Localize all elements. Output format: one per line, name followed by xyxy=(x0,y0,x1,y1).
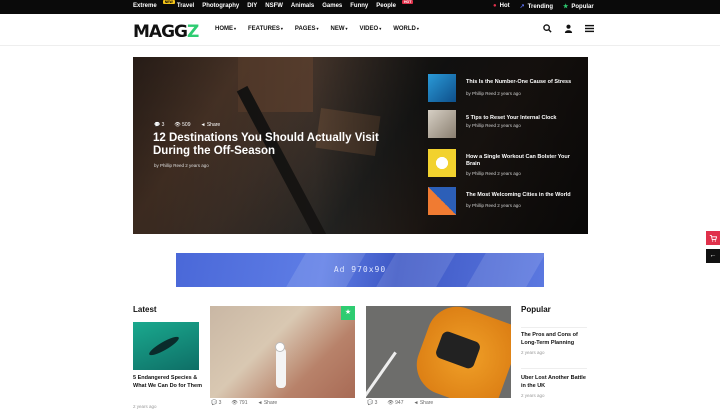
article-thumbnail xyxy=(428,187,456,215)
article-thumbnail xyxy=(428,149,456,177)
flame-icon: ● xyxy=(493,3,497,9)
hot-badge: HOT xyxy=(401,0,414,4)
star-icon: ★ xyxy=(341,306,355,320)
popular-title[interactable]: Uber Lost Another Battle in the UK xyxy=(521,374,591,390)
hero-meta: 💬 3 👁 509 ◄ Share xyxy=(154,122,220,128)
nav-video[interactable]: VIDEO▾ xyxy=(360,26,382,32)
list-item[interactable]: The Pros and Cons of Long-Term Planning … xyxy=(521,331,591,355)
list-item[interactable]: Uber Lost Another Battle in the UK 2 yea… xyxy=(521,374,591,398)
popular-title[interactable]: The Pros and Cons of Long-Term Planning xyxy=(521,331,591,347)
category-games[interactable]: Games xyxy=(322,3,342,9)
category-diy[interactable]: DIY xyxy=(247,3,257,9)
article-title[interactable]: The Most Welcoming Cities in the World xyxy=(466,192,578,199)
search-icon[interactable] xyxy=(543,24,552,35)
card-meta: 💬 3 👁 791 ◄ Share xyxy=(205,398,284,408)
chevron-down-icon: ▾ xyxy=(379,26,382,31)
card-meta: 💬 3 👁 947 ◄ Share xyxy=(361,398,440,408)
arrow-left-icon[interactable]: ← xyxy=(706,249,720,263)
user-icon[interactable] xyxy=(564,24,573,35)
list-item[interactable]: The Most Welcoming Cities in the World b… xyxy=(428,187,583,217)
nav-features[interactable]: FEATURES▾ xyxy=(248,26,283,32)
filter-popular[interactable]: ★ Popular xyxy=(563,3,594,10)
site-header: MAGGZ HOME▾ FEATURES▾ PAGES▾ NEW▾ VIDEO▾… xyxy=(0,14,720,46)
latest-date: 2 years ago xyxy=(133,404,157,409)
hero-byline: by Phillip Reed 2 years ago xyxy=(154,163,209,168)
article-thumbnail xyxy=(428,110,456,138)
chevron-down-icon: ▾ xyxy=(234,26,237,31)
chevron-down-icon: ▾ xyxy=(280,26,283,31)
view-count: 👁 791 xyxy=(231,400,248,406)
comment-count: 💬 3 xyxy=(211,400,222,406)
main-nav: HOME▾ FEATURES▾ PAGES▾ NEW▾ VIDEO▾ WORLD… xyxy=(215,26,419,32)
new-badge: NEW xyxy=(162,0,175,4)
share-link[interactable]: ◄ Share xyxy=(414,400,434,406)
hero-title[interactable]: 12 Destinations You Should Actually Visi… xyxy=(153,132,393,158)
category-nsfw[interactable]: NSFW xyxy=(265,3,283,9)
article-byline: by Phillip Reed 2 years ago xyxy=(466,171,521,176)
share-link[interactable]: ◄ Share xyxy=(258,400,278,406)
filter-hot[interactable]: ● Hot xyxy=(493,3,510,10)
category-links: ExtremeNEW Travel Photography DIY NSFW A… xyxy=(133,0,414,9)
star-icon: ★ xyxy=(563,4,569,10)
top-bar: ExtremeNEW Travel Photography DIY NSFW A… xyxy=(0,0,720,14)
category-animals[interactable]: Animals xyxy=(291,3,314,9)
trending-icon: ↗ xyxy=(519,4,525,10)
list-item[interactable]: This Is the Number-One Cause of Stress b… xyxy=(428,74,583,104)
latest-title[interactable]: 5 Endangered Species & What We Can Do fo… xyxy=(133,375,203,390)
header-icons xyxy=(543,24,594,35)
article-byline: by Phillip Reed 2 years ago xyxy=(466,123,521,128)
ad-label: Ad 970x90 xyxy=(333,265,387,274)
nav-new[interactable]: NEW▾ xyxy=(331,26,348,32)
popular-date: 2 years ago xyxy=(521,393,545,398)
article-card-car[interactable] xyxy=(366,306,511,398)
chevron-down-icon: ▾ xyxy=(316,26,319,31)
latest-heading: Latest xyxy=(133,305,157,314)
popular-date: 2 years ago xyxy=(521,350,545,355)
top-filters: ● Hot ↗ Trending ★ Popular xyxy=(493,3,594,10)
view-count: 👁 947 xyxy=(387,400,404,406)
menu-icon[interactable] xyxy=(585,24,594,35)
list-item[interactable]: How a Single Workout Can Bolster Your Br… xyxy=(428,149,583,179)
article-title[interactable]: This Is the Number-One Cause of Stress xyxy=(466,79,578,86)
article-byline: by Phillip Reed 2 years ago xyxy=(466,203,521,208)
article-title[interactable]: How a Single Workout Can Bolster Your Br… xyxy=(466,154,578,168)
category-funny[interactable]: Funny xyxy=(350,3,368,9)
filter-trending[interactable]: ↗ Trending xyxy=(520,3,553,10)
nav-world[interactable]: WORLD▾ xyxy=(393,26,419,32)
popular-heading: Popular xyxy=(521,305,551,314)
article-byline: by Phillip Reed 2 years ago xyxy=(466,91,521,96)
category-photography[interactable]: Photography xyxy=(202,3,239,9)
ad-banner[interactable]: Ad 970x90 xyxy=(176,253,544,287)
article-card-astronaut[interactable] xyxy=(210,306,355,398)
nav-pages[interactable]: PAGES▾ xyxy=(295,26,319,32)
comment-count: 💬 3 xyxy=(154,122,165,128)
article-title[interactable]: 5 Tips to Reset Your Internal Clock xyxy=(466,115,578,122)
view-count: 👁 509 xyxy=(174,122,191,128)
share-link[interactable]: ◄ Share xyxy=(201,122,221,128)
category-extreme[interactable]: ExtremeNEW xyxy=(133,0,175,9)
article-thumbnail xyxy=(428,74,456,102)
category-people[interactable]: PeopleHOT xyxy=(376,0,414,9)
chevron-down-icon: ▾ xyxy=(416,26,419,31)
hero-feature[interactable]: 💬 3 👁 509 ◄ Share 12 Destinations You Sh… xyxy=(133,57,588,234)
latest-thumbnail[interactable] xyxy=(133,322,199,370)
chevron-down-icon: ▾ xyxy=(345,26,348,31)
cart-icon[interactable] xyxy=(706,231,720,245)
site-logo[interactable]: MAGGZ xyxy=(133,22,199,42)
nav-home[interactable]: HOME▾ xyxy=(215,26,236,32)
list-item[interactable]: 5 Tips to Reset Your Internal Clock by P… xyxy=(428,110,583,140)
comment-count: 💬 3 xyxy=(367,400,378,406)
category-travel[interactable]: Travel xyxy=(177,3,194,9)
